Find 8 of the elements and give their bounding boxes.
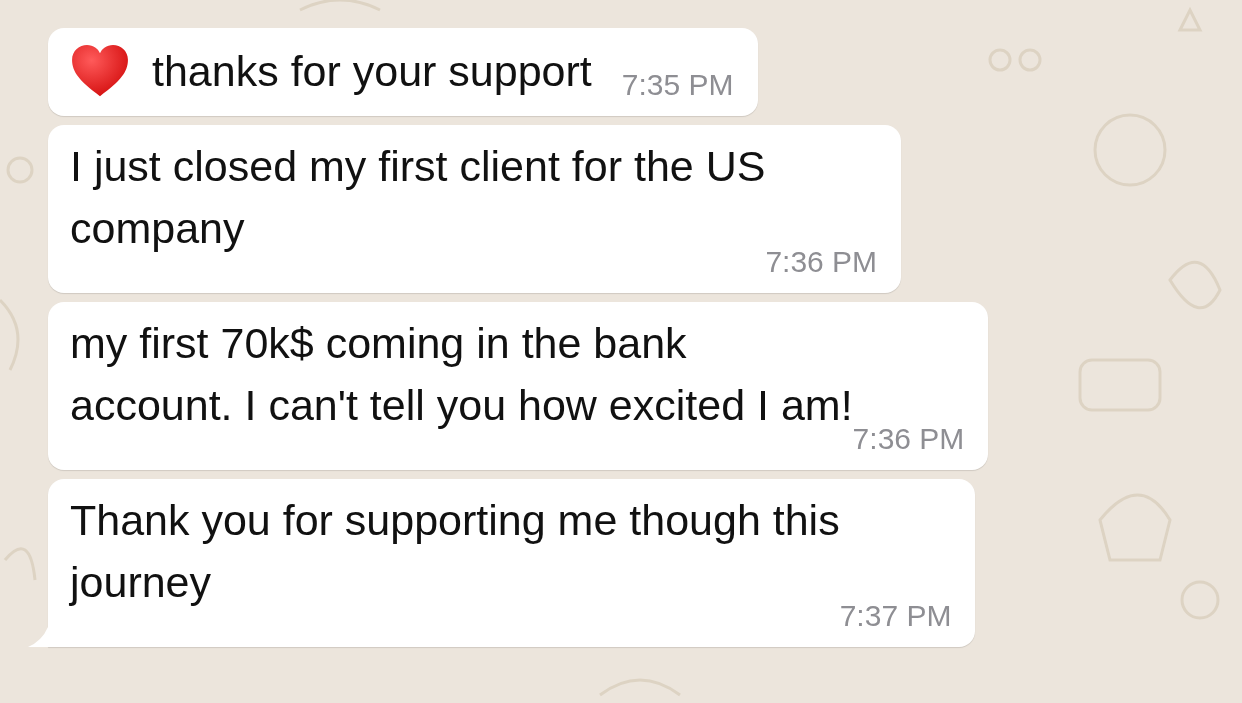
message-time: 7:37 PM — [839, 599, 952, 633]
message-text: my first 70k$ coming in the bank account. I can't tell you how excited I am! — [70, 318, 854, 431]
message-time: 7:36 PM — [765, 245, 878, 279]
message-text: thanks for your support — [152, 46, 592, 97]
message-time: 7:35 PM — [621, 68, 734, 102]
message-text: I just closed my first client for the US company — [70, 141, 767, 254]
message-text: Thank you for supporting me though this journey — [70, 495, 841, 608]
message-time: 7:36 PM — [852, 422, 965, 456]
